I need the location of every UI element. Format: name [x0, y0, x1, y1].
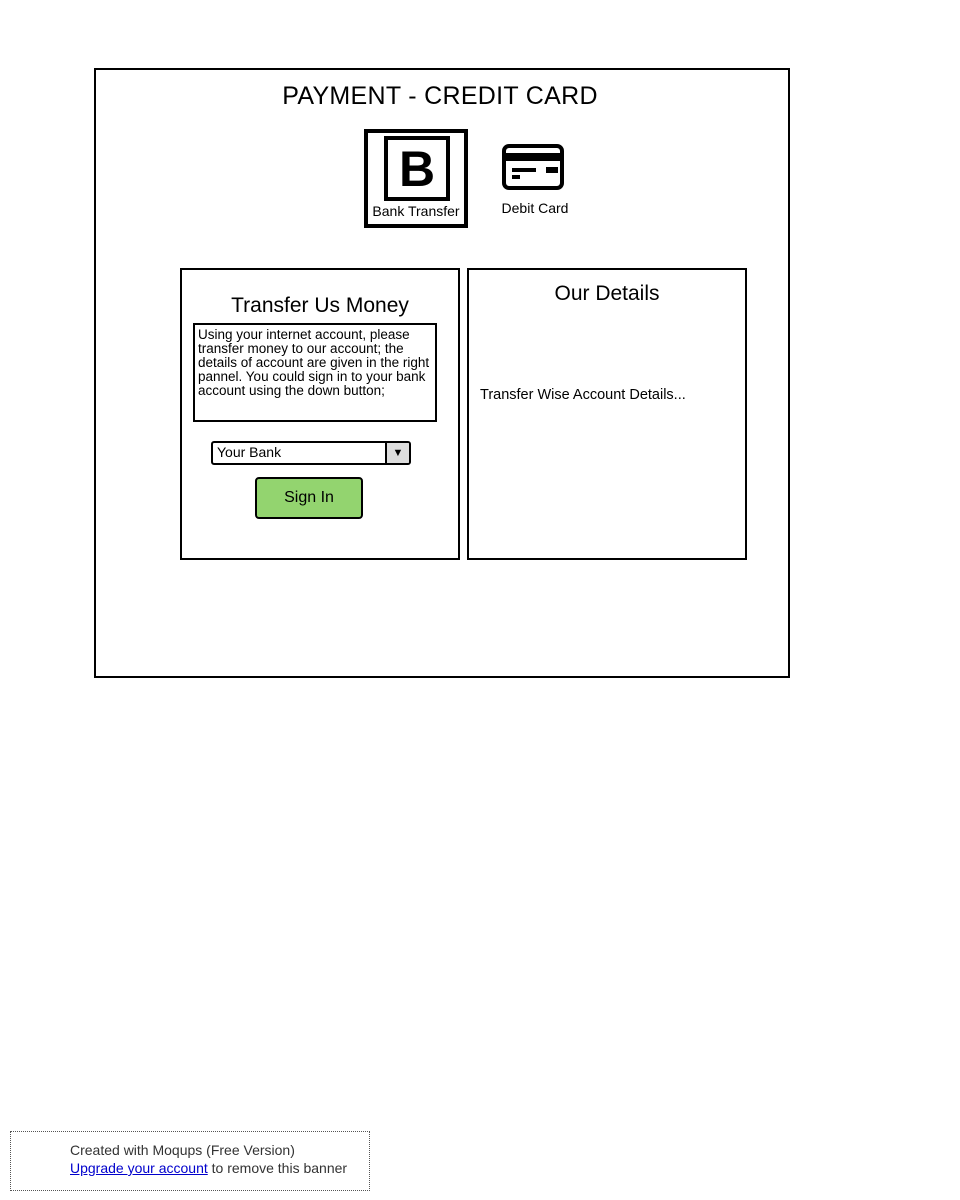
bank-b-icon: B	[384, 136, 450, 201]
sign-in-button[interactable]: Sign In	[255, 477, 363, 519]
upgrade-account-link[interactable]: Upgrade your account	[70, 1160, 208, 1176]
bank-select[interactable]: Your Bank ▼	[211, 441, 411, 465]
debit-card-option[interactable]: Debit Card	[492, 142, 578, 222]
transfer-panel: Transfer Us Money Using your internet ac…	[180, 268, 460, 560]
banner-remove-text: to remove this banner	[207, 1160, 348, 1176]
moqups-banner: Created with Moqups (Free Version) Upgra…	[10, 1131, 370, 1191]
payment-frame: PAYMENT - CREDIT CARD B Bank Transfer De…	[94, 68, 790, 678]
transfer-panel-title: Transfer Us Money	[231, 294, 409, 317]
bank-select-value: Your Bank	[217, 444, 282, 460]
credit-card-icon	[502, 144, 564, 190]
bank-transfer-label: Bank Transfer	[372, 203, 460, 219]
banner-created-text: Created with Moqups (Free Version)	[70, 1142, 295, 1158]
triangle-down-icon[interactable]: ▼	[385, 443, 409, 463]
bank-transfer-option[interactable]: B Bank Transfer	[364, 129, 468, 228]
debit-card-label: Debit Card	[501, 200, 569, 216]
details-panel: Our Details Transfer Wise Account Detail…	[467, 268, 747, 560]
account-details-text: Transfer Wise Account Details...	[480, 387, 686, 403]
banner-upgrade-line: Upgrade your account to remove this bann…	[70, 1160, 347, 1176]
details-panel-title: Our Details	[554, 282, 660, 305]
page-title: PAYMENT - CREDIT CARD	[282, 82, 598, 110]
transfer-instructions: Using your internet account, please tran…	[193, 323, 437, 422]
